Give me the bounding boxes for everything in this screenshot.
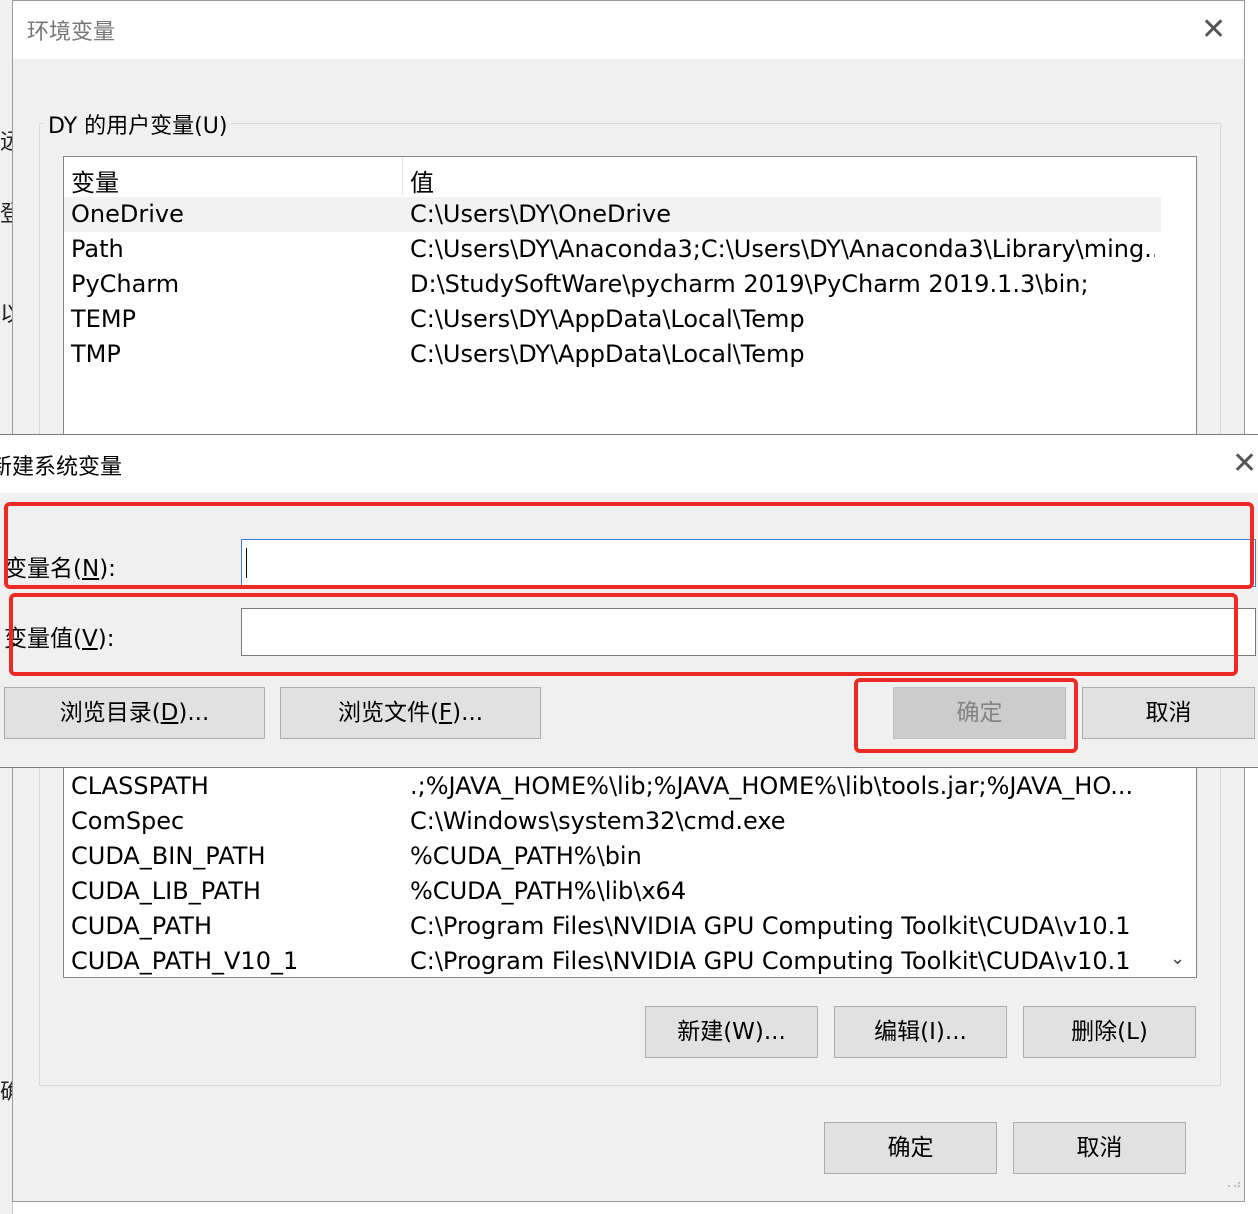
variable-value: C:\Windows\system32\cmd.exe bbox=[410, 807, 786, 835]
column-header-variable[interactable]: 变量 bbox=[71, 163, 119, 198]
variable-name: CUDA_PATH_V10_1 bbox=[71, 947, 299, 975]
list-item[interactable]: Path C:\Users\DY\Anaconda3;C:\Users\DY\A… bbox=[64, 232, 1161, 267]
variable-value: C:\Users\DY\OneDrive bbox=[410, 200, 671, 228]
edit-variable-button[interactable]: 编辑(I)... bbox=[834, 1006, 1007, 1058]
variable-value: C:\Users\DY\Anaconda3;C:\Users\DY\Anacon… bbox=[410, 235, 1155, 263]
variable-value: C:\Program Files\NVIDIA GPU Computing To… bbox=[410, 912, 1131, 940]
scroll-down-icon[interactable]: ⌄ bbox=[1170, 948, 1185, 969]
new-variable-button[interactable]: 新建(W)... bbox=[645, 1006, 818, 1058]
title-bar: 新建系统变量 ✕ bbox=[0, 435, 1258, 493]
list-item[interactable]: PyCharm D:\StudySoftWare\pycharm 2019\Py… bbox=[64, 267, 1161, 302]
variable-name: OneDrive bbox=[71, 200, 184, 228]
list-item[interactable]: CUDA_LIB_PATH %CUDA_PATH%\lib\x64 bbox=[64, 874, 1161, 909]
variable-value-label: 变量值(V): bbox=[4, 626, 115, 652]
column-header-value[interactable]: 值 bbox=[410, 163, 434, 198]
list-item[interactable]: CUDA_BIN_PATH %CUDA_PATH%\bin bbox=[64, 839, 1161, 874]
list-item[interactable]: TEMP C:\Users\DY\AppData\Local\Temp bbox=[64, 302, 1161, 337]
close-icon[interactable]: ✕ bbox=[1201, 15, 1226, 45]
list-item[interactable]: ComSpec C:\Windows\system32\cmd.exe bbox=[64, 804, 1161, 839]
cancel-button[interactable]: 取消 bbox=[1082, 687, 1255, 739]
list-item[interactable]: CUDA_PATH_V10_1 C:\Program Files\NVIDIA … bbox=[64, 944, 1161, 977]
user-variables-list[interactable]: 变量 值 OneDrive C:\Users\DY\OneDrive Path … bbox=[63, 156, 1197, 446]
list-item[interactable]: OneDrive C:\Users\DY\OneDrive bbox=[64, 197, 1161, 232]
dialog-title: 环境变量 bbox=[27, 20, 116, 45]
new-system-variable-dialog: 新建系统变量 ✕ 变量名(N): 变量值(V): 浏览目录(D)... 浏览文件… bbox=[0, 434, 1258, 768]
variable-name: Path bbox=[71, 235, 124, 263]
list-item[interactable]: CLASSPATH .;%JAVA_HOME%\lib;%JAVA_HOME%\… bbox=[64, 769, 1161, 804]
cancel-button[interactable]: 取消 bbox=[1013, 1122, 1186, 1174]
variable-name: CLASSPATH bbox=[71, 772, 209, 800]
variable-name-label: 变量名(N): bbox=[4, 556, 116, 582]
list-header: 变量 值 bbox=[64, 157, 1161, 198]
variable-name: TMP bbox=[71, 340, 121, 368]
user-variables-group-label: DY 的用户变量(U) bbox=[44, 108, 232, 140]
variable-value: C:\Program Files\NVIDIA GPU Computing To… bbox=[410, 947, 1131, 975]
list-item[interactable]: TMP C:\Users\DY\AppData\Local\Temp bbox=[64, 337, 1161, 372]
close-icon[interactable]: ✕ bbox=[1232, 449, 1257, 479]
delete-variable-button[interactable]: 删除(L) bbox=[1023, 1006, 1196, 1058]
variable-value: %CUDA_PATH%\lib\x64 bbox=[410, 877, 687, 905]
column-divider[interactable] bbox=[402, 157, 403, 195]
ok-button[interactable]: 确定 bbox=[824, 1122, 997, 1174]
variable-value: .;%JAVA_HOME%\lib;%JAVA_HOME%\lib\tools.… bbox=[410, 772, 1134, 800]
variable-name: CUDA_BIN_PATH bbox=[71, 842, 266, 870]
variable-name: CUDA_PATH bbox=[71, 912, 212, 940]
variable-name: ComSpec bbox=[71, 807, 185, 835]
variable-value: D:\StudySoftWare\pycharm 2019\PyCharm 20… bbox=[410, 270, 1089, 298]
browse-directory-button[interactable]: 浏览目录(D)... bbox=[4, 687, 265, 739]
list-item[interactable]: CUDA_PATH C:\Program Files\NVIDIA GPU Co… bbox=[64, 909, 1161, 944]
text-caret bbox=[246, 548, 247, 578]
system-variables-list[interactable]: CLASSPATH .;%JAVA_HOME%\lib;%JAVA_HOME%\… bbox=[63, 741, 1197, 978]
variable-value: %CUDA_PATH%\bin bbox=[410, 842, 642, 870]
variable-name-input[interactable] bbox=[241, 539, 1256, 587]
variable-name: PyCharm bbox=[71, 270, 180, 298]
variable-name: CUDA_LIB_PATH bbox=[71, 877, 261, 905]
variable-value-input[interactable] bbox=[241, 608, 1256, 656]
variable-name: TEMP bbox=[71, 305, 137, 333]
variable-value: C:\Users\DY\AppData\Local\Temp bbox=[410, 305, 805, 333]
browse-file-button[interactable]: 浏览文件(F)... bbox=[280, 687, 541, 739]
variable-value: C:\Users\DY\AppData\Local\Temp bbox=[410, 340, 805, 368]
ok-button[interactable]: 确定 bbox=[893, 687, 1066, 739]
resize-grip-icon[interactable]: ⠠⠴ bbox=[1223, 1178, 1243, 1190]
title-bar: 环境变量 ✕ bbox=[13, 1, 1244, 59]
dialog-title: 新建系统变量 bbox=[0, 455, 123, 480]
